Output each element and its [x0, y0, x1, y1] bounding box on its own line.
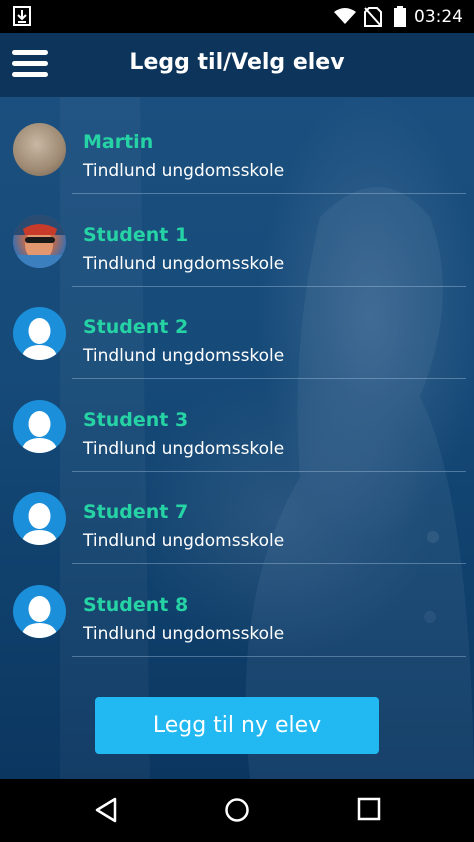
list-item[interactable]: Student 3 Tindlund ungdomsskole: [0, 380, 474, 472]
download-icon: [13, 6, 31, 26]
student-name: Martin: [83, 131, 154, 153]
page-title: Legg til/Velg elev: [129, 50, 345, 75]
list-item[interactable]: Student 7 Tindlund ungdomsskole: [0, 472, 474, 564]
no-sim-icon: [364, 7, 382, 31]
avatar: [13, 492, 66, 545]
student-school: Tindlund ungdomsskole: [83, 346, 285, 366]
status-bar: 03:24: [0, 0, 474, 33]
list-item[interactable]: Martin Tindlund ungdomsskole: [0, 102, 474, 194]
student-school: Tindlund ungdomsskole: [83, 439, 285, 459]
wifi-icon: [334, 8, 356, 29]
recents-icon[interactable]: [357, 797, 381, 825]
avatar: [13, 215, 66, 268]
student-school: Tindlund ungdomsskole: [83, 624, 285, 644]
list-item[interactable]: Student 2 Tindlund ungdomsskole: [0, 287, 474, 379]
divider: [72, 378, 466, 379]
list-item[interactable]: Student 8 Tindlund ungdomsskole: [0, 565, 474, 657]
back-icon[interactable]: [94, 797, 118, 827]
status-time: 03:24: [414, 7, 463, 27]
divider: [72, 656, 466, 657]
app-bar: Legg til/Velg elev: [0, 33, 474, 97]
student-school: Tindlund ungdomsskole: [83, 161, 285, 181]
student-name: Student 2: [83, 316, 189, 338]
battery-icon: [394, 6, 406, 31]
student-name: Student 1: [83, 224, 189, 246]
avatar: [13, 400, 66, 453]
divider: [72, 193, 466, 194]
divider: [72, 563, 466, 564]
add-student-button[interactable]: Legg til ny elev: [95, 697, 379, 754]
navigation-bar: [0, 779, 474, 842]
student-name: Student 7: [83, 501, 189, 523]
avatar: [13, 585, 66, 638]
student-school: Tindlund ungdomsskole: [83, 531, 285, 551]
student-name: Student 3: [83, 409, 189, 431]
avatar: [13, 123, 66, 176]
home-icon[interactable]: [224, 797, 250, 827]
student-list-screen: Martin Tindlund ungdomsskole Student 1 T…: [0, 97, 474, 779]
avatar: [13, 307, 66, 360]
student-name: Student 8: [83, 594, 189, 616]
student-school: Tindlund ungdomsskole: [83, 254, 285, 274]
list-item[interactable]: Student 1 Tindlund ungdomsskole: [0, 195, 474, 287]
